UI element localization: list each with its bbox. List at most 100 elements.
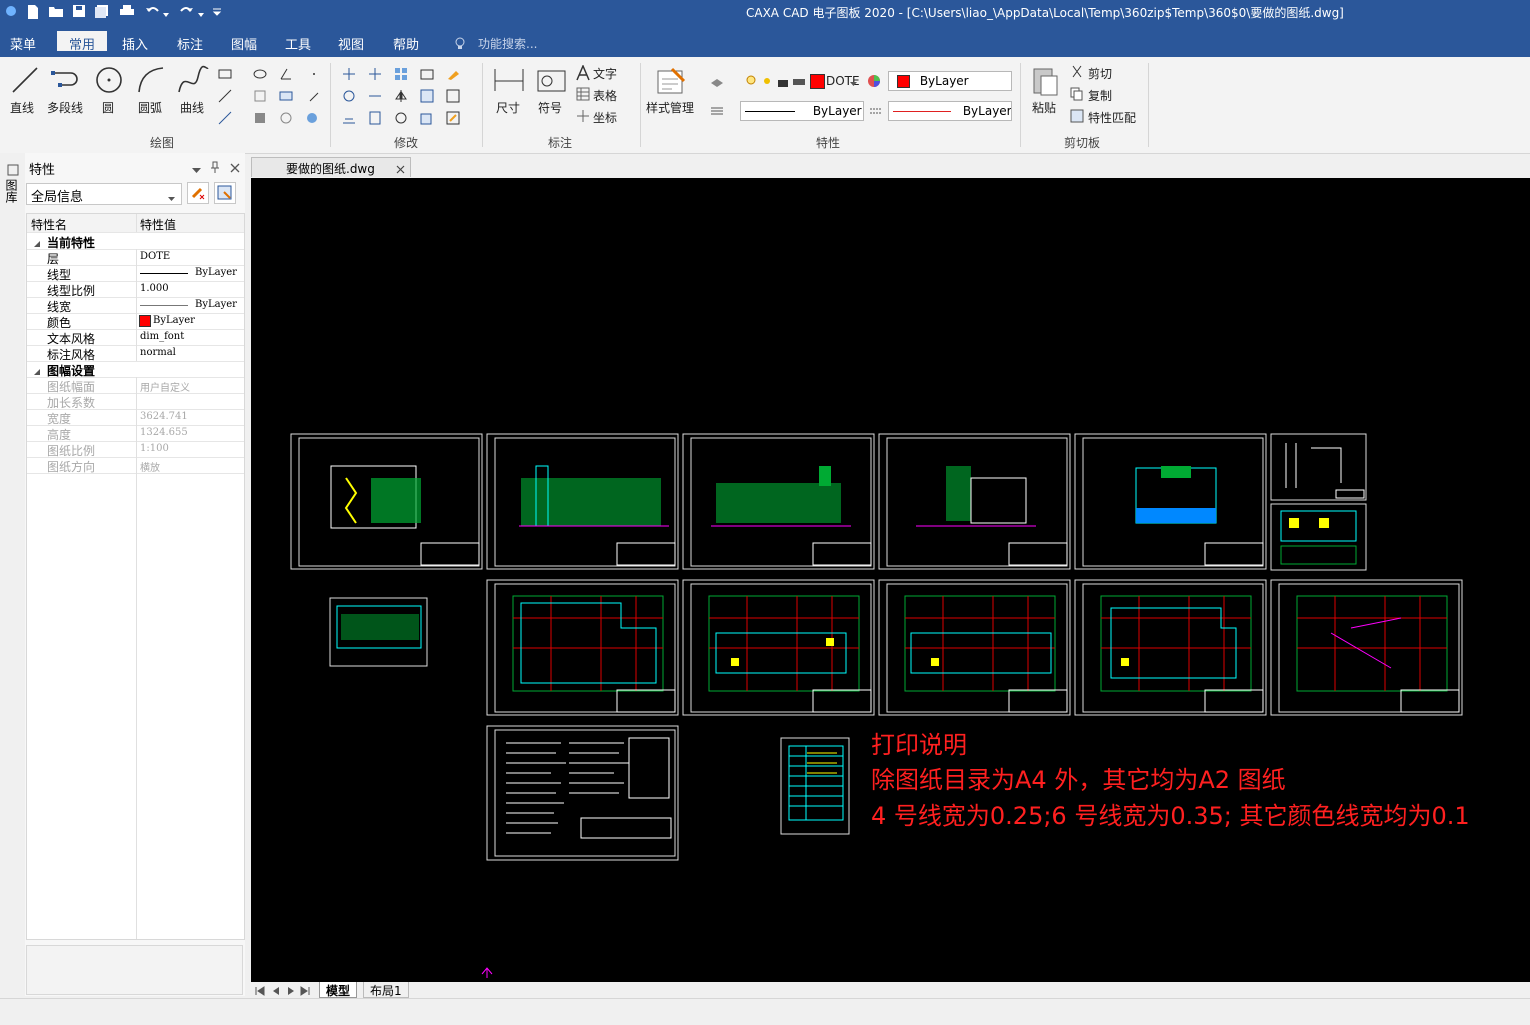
first-tab-icon[interactable] bbox=[255, 985, 265, 996]
undo-dropdown-icon[interactable] bbox=[163, 8, 171, 17]
style-manager-label[interactable]: 样式管理 bbox=[646, 99, 694, 116]
property-value[interactable]: 1.000 bbox=[140, 283, 169, 294]
customize-toolbar-icon[interactable] bbox=[212, 6, 222, 16]
next-tab-icon[interactable] bbox=[286, 985, 296, 995]
library-icon[interactable] bbox=[6, 163, 20, 177]
sheet-elevation-2[interactable] bbox=[486, 433, 679, 570]
property-row-layer[interactable]: 层 DOTE bbox=[27, 249, 244, 266]
eraser-icon[interactable] bbox=[446, 67, 460, 81]
break-icon[interactable] bbox=[394, 111, 408, 125]
sheet-detail-small-1[interactable] bbox=[1270, 433, 1367, 501]
sheet-roof-plan[interactable] bbox=[1270, 579, 1463, 716]
paste-label[interactable]: 粘贴 bbox=[1032, 99, 1056, 116]
copy-icon[interactable] bbox=[1070, 87, 1084, 101]
move-icon[interactable] bbox=[342, 67, 356, 81]
tab-insert[interactable]: 插入 bbox=[122, 34, 148, 53]
polyline-tool-label[interactable]: 多段线 bbox=[47, 99, 83, 116]
save-all-icon[interactable] bbox=[95, 4, 112, 21]
tab-help[interactable]: 帮助 bbox=[393, 34, 419, 53]
scissors-icon[interactable] bbox=[1070, 65, 1084, 79]
collapse-icon[interactable] bbox=[33, 237, 41, 247]
document-tab[interactable]: 要做的图纸.dwg bbox=[251, 157, 411, 177]
rectangle-icon[interactable] bbox=[218, 67, 232, 81]
array-icon[interactable] bbox=[394, 67, 408, 81]
prev-tab-icon[interactable] bbox=[271, 985, 281, 995]
property-row-color[interactable]: 颜色 ByLayer bbox=[27, 313, 244, 330]
drawing-canvas[interactable]: 打印说明 除图纸目录为A4 外，其它均为A2 图纸 4 号线宽为0.25;6 号… bbox=[251, 178, 1530, 982]
library-tab[interactable]: 图库 bbox=[4, 179, 20, 203]
color-wheel-icon[interactable] bbox=[867, 74, 881, 88]
fillet-icon[interactable] bbox=[368, 111, 382, 125]
quick-select-button[interactable] bbox=[214, 182, 236, 204]
property-row-dim-style[interactable]: 标注风格 normal bbox=[27, 345, 244, 362]
offset-icon[interactable] bbox=[342, 111, 356, 125]
sheet-plan-4[interactable] bbox=[1074, 579, 1267, 716]
print-icon[interactable] bbox=[119, 4, 136, 21]
text-label[interactable]: 文字 bbox=[593, 65, 617, 82]
construction-line-icon[interactable] bbox=[218, 111, 232, 125]
edit-icon[interactable] bbox=[446, 111, 460, 125]
tab-common[interactable]: 常用 bbox=[57, 31, 108, 53]
point-icon[interactable] bbox=[307, 67, 321, 81]
paste-icon[interactable] bbox=[1031, 65, 1061, 97]
linewidth-pattern-icon[interactable] bbox=[869, 104, 883, 118]
section-sheet-settings[interactable]: 图幅设置 bbox=[27, 361, 244, 378]
close-tab-icon[interactable] bbox=[396, 163, 405, 174]
dimension-icon[interactable] bbox=[493, 67, 525, 95]
app-icon[interactable] bbox=[4, 4, 21, 21]
ellipse-icon[interactable] bbox=[253, 67, 267, 81]
symbol-icon[interactable] bbox=[537, 67, 567, 95]
redo-icon[interactable] bbox=[178, 4, 195, 21]
copy-label[interactable]: 复制 bbox=[1088, 87, 1112, 104]
polyline-tool-icon[interactable] bbox=[50, 65, 84, 95]
sheet-elevation-3[interactable] bbox=[682, 433, 875, 570]
line-tool-icon[interactable] bbox=[10, 65, 40, 95]
angle-icon[interactable] bbox=[279, 67, 293, 81]
coordinate-icon[interactable] bbox=[576, 109, 590, 123]
layer-dropdown-icon[interactable] bbox=[850, 77, 858, 86]
circle-tool-icon[interactable] bbox=[94, 65, 124, 95]
property-value[interactable]: ByLayer bbox=[195, 267, 237, 278]
last-tab-icon[interactable] bbox=[300, 985, 310, 996]
tab-model[interactable]: 模型 bbox=[319, 982, 358, 998]
undo-icon[interactable] bbox=[145, 4, 162, 21]
linewidth-combo[interactable]: ByLayer bbox=[888, 101, 1012, 121]
style-manager-icon[interactable] bbox=[656, 65, 688, 95]
sheet-drawing-list[interactable] bbox=[780, 737, 850, 835]
property-row-linetype-scale[interactable]: 线型比例 1.000 bbox=[27, 281, 244, 298]
save-icon[interactable] bbox=[72, 4, 89, 21]
coordinate-label[interactable]: 坐标 bbox=[593, 109, 617, 126]
property-value[interactable]: normal bbox=[140, 347, 176, 358]
pick-icon[interactable] bbox=[307, 89, 321, 103]
copy-object-icon[interactable] bbox=[420, 111, 434, 125]
sheet-section-1[interactable] bbox=[1074, 433, 1267, 570]
curve-tool-label[interactable]: 曲线 bbox=[180, 99, 204, 116]
block-icon[interactable] bbox=[253, 111, 267, 125]
rotate-icon[interactable] bbox=[342, 89, 356, 103]
match-properties-icon[interactable] bbox=[1070, 109, 1084, 123]
property-row-linewidth[interactable]: 线宽 ByLayer bbox=[27, 297, 244, 314]
property-value[interactable]: DOTE bbox=[140, 251, 170, 262]
panel-menu-icon[interactable] bbox=[192, 164, 202, 173]
match-properties-label[interactable]: 特性匹配 bbox=[1088, 109, 1136, 126]
new-file-icon[interactable] bbox=[26, 4, 43, 21]
collapse-icon[interactable] bbox=[33, 365, 41, 375]
scope-select[interactable]: 全局信息 bbox=[26, 183, 182, 205]
arc-tool-icon[interactable] bbox=[136, 65, 166, 95]
dimension-label[interactable]: 尺寸 bbox=[496, 99, 520, 116]
table-label[interactable]: 表格 bbox=[593, 87, 617, 104]
layer-state-icon[interactable] bbox=[710, 74, 724, 88]
sheet-plan-2[interactable] bbox=[682, 579, 875, 716]
explode-icon[interactable] bbox=[446, 89, 460, 103]
open-file-icon[interactable] bbox=[48, 4, 65, 21]
circle-tool-label[interactable]: 圆 bbox=[102, 99, 114, 116]
color-combo[interactable]: ByLayer bbox=[888, 71, 1012, 91]
pin-icon[interactable] bbox=[210, 161, 220, 173]
linewidth-icon[interactable] bbox=[710, 104, 724, 118]
arc-tool-label[interactable]: 圆弧 bbox=[138, 99, 162, 116]
section-current-properties[interactable]: 当前特性 bbox=[27, 233, 244, 250]
cloud-icon[interactable] bbox=[279, 111, 293, 125]
tab-sheet[interactable]: 图幅 bbox=[231, 34, 257, 53]
scale-icon[interactable] bbox=[420, 89, 434, 103]
sheet-index[interactable] bbox=[329, 597, 428, 667]
